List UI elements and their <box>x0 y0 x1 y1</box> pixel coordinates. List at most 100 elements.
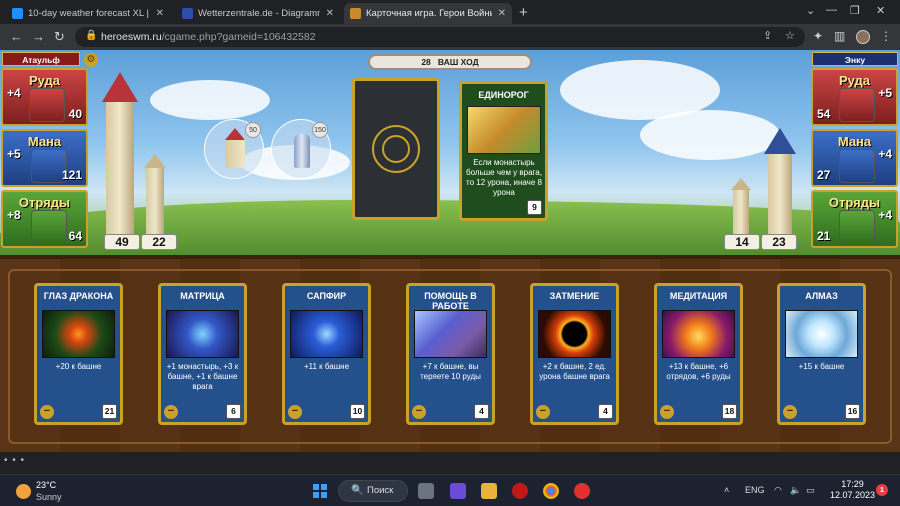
lock-icon[interactable]: 🔒 <box>85 30 97 41</box>
close-tab-icon[interactable]: ✕ <box>156 8 164 19</box>
card-title: ЗАТМЕНИЕ <box>549 291 600 301</box>
share-icon[interactable]: ⇪ <box>763 29 772 42</box>
restore-icon[interactable]: ❐ <box>850 4 860 17</box>
wifi-icon[interactable]: ◠ <box>774 485 782 496</box>
hand-card-dragon-eye[interactable]: ГЛАЗ ДРАКОНА +20 к башне − 21 <box>34 283 123 425</box>
task-view-icon[interactable] <box>418 483 434 499</box>
tab-title: Wetterzentrale.de - Diagramme <box>198 8 320 19</box>
card-description: +7 к башне, вы теряете 10 руды <box>420 362 481 381</box>
right-tower-hp: 14 <box>724 234 760 250</box>
extensions-icon[interactable]: ✦ <box>813 29 823 43</box>
game-app-icon[interactable] <box>512 483 528 499</box>
right-ore-panel: Руда +5 54 <box>811 68 898 126</box>
work-help-art <box>414 310 487 358</box>
file-explorer-icon[interactable] <box>481 483 497 499</box>
tab-wetterzentrale[interactable]: Wetterzentrale.de - Diagramme ✕ <box>176 3 340 24</box>
ore-mine-icon <box>29 88 65 122</box>
chevron-up-icon[interactable]: ˄ <box>724 485 729 495</box>
card-cost: 9 <box>527 200 542 215</box>
card-description: +1 монастырь, +3 к башне, +1 к башне вра… <box>166 362 239 391</box>
diamond-art <box>785 310 858 358</box>
reload-icon[interactable]: ↻ <box>54 29 65 45</box>
resource-amount: 40 <box>68 107 82 121</box>
knight-goal-icon <box>294 134 310 168</box>
gear-icon[interactable]: ⚙ <box>84 53 98 67</box>
discard-icon[interactable]: − <box>536 405 550 419</box>
taskbar-search[interactable]: 🔍 Поиск <box>338 480 408 502</box>
minimize-icon[interactable]: — <box>826 4 837 16</box>
hand-card-sapphire[interactable]: САПФИР +11 к башне − 10 <box>282 283 371 425</box>
volume-icon[interactable]: 🔈 <box>790 485 801 496</box>
clock-time: 17:29 <box>841 479 864 489</box>
sapphire-art <box>290 310 363 358</box>
goal-value: 50 <box>245 122 261 138</box>
avatar[interactable] <box>856 30 870 44</box>
close-tab-icon[interactable]: ✕ <box>498 8 506 19</box>
card-title: МЕДИТАЦИЯ <box>669 291 728 301</box>
card-title: ПОМОЩЬ В РАБОТЕ <box>424 291 477 311</box>
resource-increment: +5 <box>7 147 21 161</box>
star-icon[interactable]: ☆ <box>785 29 795 42</box>
discard-icon[interactable]: − <box>783 405 797 419</box>
left-mana-panel: Мана +5 121 <box>1 129 88 187</box>
menu-dots-icon[interactable]: ⋮ <box>880 29 892 43</box>
close-tab-icon[interactable]: ✕ <box>326 8 334 19</box>
resource-increment: +4 <box>878 147 892 161</box>
windows-taskbar: 23°C Sunny 🔍 Поиск ˄ ENG ◠ 🔈 ▭ 17:29 12.… <box>0 474 900 506</box>
card-cost: 4 <box>474 404 489 419</box>
weather-temperature[interactable]: 23°C <box>36 480 56 490</box>
resource-increment: +4 <box>7 86 21 100</box>
address-bar[interactable]: 🔒 heroeswm.ru/cgame.php?gameid=106432582… <box>75 27 805 47</box>
tab-weather[interactable]: 10-day weather forecast XL | Met ✕ <box>6 3 170 24</box>
close-window-icon[interactable]: ✕ <box>876 4 885 17</box>
hand-card-work-help[interactable]: ПОМОЩЬ В РАБОТЕ +7 к башне, вы теряете 1… <box>406 283 495 425</box>
new-tab-button[interactable]: + <box>519 4 528 21</box>
weather-description[interactable]: Sunny <box>36 492 62 502</box>
battery-icon[interactable]: ▭ <box>806 485 815 496</box>
forward-arrow-icon[interactable]: → <box>32 29 45 44</box>
resource-amount: 121 <box>61 168 82 182</box>
meditation-art <box>662 310 735 358</box>
discard-icon[interactable]: − <box>412 405 426 419</box>
ellipsis-icon: • • • <box>4 455 26 466</box>
speedometer-app-icon[interactable] <box>574 483 590 499</box>
discard-icon[interactable]: − <box>164 405 178 419</box>
discard-icon[interactable]: − <box>288 405 302 419</box>
turn-label: ВАШ ХОД <box>437 57 479 67</box>
deck-emblem-inner-icon <box>382 135 410 163</box>
windows-start-icon[interactable] <box>313 484 327 498</box>
chevron-down-icon[interactable]: ⌄ <box>806 4 815 17</box>
chrome-icon[interactable] <box>543 483 559 499</box>
hand-card-meditation[interactable]: МЕДИТАЦИЯ +13 к башне, +6 отрядов, +6 ру… <box>654 283 743 425</box>
url-path: /cgame.php?gameid=106432582 <box>161 31 316 43</box>
language-indicator[interactable]: ENG <box>745 485 765 495</box>
browser-toolbar: ← → ↻ 🔒 heroeswm.ru/cgame.php?gameid=106… <box>0 24 900 50</box>
card-cost: 6 <box>226 404 241 419</box>
side-panel-icon[interactable]: ▥ <box>834 29 845 43</box>
card-deck[interactable] <box>352 78 440 220</box>
hand-card-matrix[interactable]: МАТРИЦА +1 монастырь, +3 к башне, +1 к б… <box>158 283 247 425</box>
dragon-eye-art <box>42 310 115 358</box>
discard-icon[interactable]: − <box>40 405 54 419</box>
teams-icon[interactable] <box>450 483 466 499</box>
notification-badge[interactable]: 1 <box>876 484 888 496</box>
card-description: +11 к башне <box>303 362 350 371</box>
sun-icon[interactable] <box>16 484 31 499</box>
resource-amount: 64 <box>68 229 82 243</box>
barracks-icon <box>839 210 875 244</box>
clock-date: 12.07.2023 <box>830 490 876 500</box>
weather-favicon-icon <box>12 8 23 19</box>
hand-card-diamond[interactable]: АЛМАЗ +15 к башне − 16 <box>777 283 866 425</box>
search-icon: 🔍 <box>351 485 364 496</box>
card-cost: 16 <box>845 404 860 419</box>
tab-card-game[interactable]: Карточная игра. Герои Войны и ✕ <box>344 3 512 24</box>
goal-value: 150 <box>312 122 328 138</box>
hand-card-eclipse[interactable]: ЗАТМЕНИЕ +2 к башне, 2 ед. урона башне в… <box>530 283 619 425</box>
card-cost: 10 <box>350 404 365 419</box>
taskbar-clock[interactable]: 17:29 12.07.2023 <box>830 479 875 501</box>
back-arrow-icon[interactable]: ← <box>10 29 23 44</box>
left-wall-hp: 22 <box>141 234 177 250</box>
discard-icon[interactable]: − <box>660 405 674 419</box>
turn-indicator: 28 ВАШ ХОД <box>368 54 532 70</box>
right-wall-hp: 23 <box>761 234 797 250</box>
